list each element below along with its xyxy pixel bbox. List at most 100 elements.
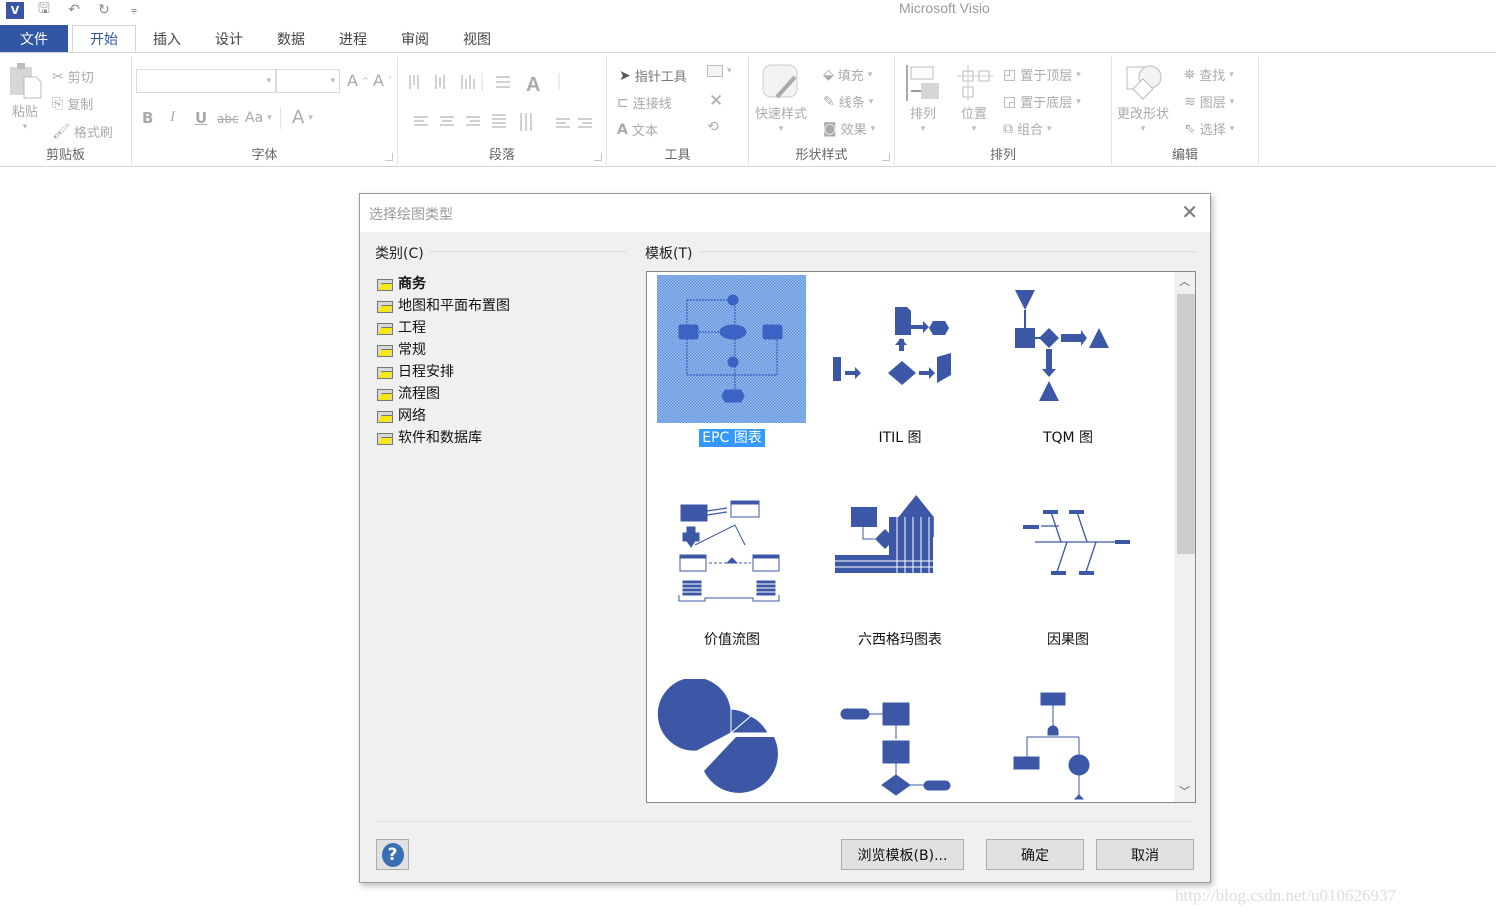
layers-label: 图层 [1199, 96, 1226, 111]
shrink-font-button[interactable]: Aˇ [373, 71, 392, 90]
browse-templates-button[interactable]: 浏览模板(B)... [841, 839, 964, 870]
category-item[interactable]: 商务 [377, 272, 627, 294]
send-to-back-button[interactable]: ◲ 置于底层 ▾ [1003, 92, 1081, 112]
template-item[interactable] [983, 676, 1143, 802]
effects-button[interactable]: ◙ 效果 ▾ [823, 119, 875, 139]
quick-styles-button[interactable]: 快速样式 ▾ [755, 63, 807, 134]
redo-icon[interactable]: ↻ [94, 1, 114, 19]
template-item[interactable]: 六西格玛图表 [815, 474, 975, 664]
help-icon: ? [381, 842, 404, 867]
quick-styles-label: 快速样式 [755, 107, 808, 122]
shape-styles-dialog-launcher[interactable] [882, 153, 890, 161]
tab-design[interactable]: 设计 [198, 25, 260, 52]
change-case-button[interactable]: Aa ▾ [245, 110, 272, 126]
tab-insert[interactable]: 插入 [136, 25, 198, 52]
close-icon[interactable]: ✕ [1181, 202, 1198, 222]
template-item[interactable]: ITIL 图 [815, 272, 975, 462]
change-shape-button[interactable]: 更改形状 ▾ [1117, 63, 1169, 134]
template-item[interactable]: 价值流图 [647, 474, 807, 664]
paste-button[interactable]: 粘贴 ▾ [8, 61, 42, 132]
fill-button[interactable]: ⬙ 填充 ▾ [823, 65, 872, 85]
rotate-text-icon: A [526, 74, 540, 96]
tab-data[interactable]: 数据 [260, 25, 322, 52]
font-name-combo[interactable]: ▾ [136, 69, 276, 93]
underline-button[interactable]: U [195, 109, 207, 127]
rectangle-tool-button[interactable]: ▾ [707, 65, 732, 77]
layers-button[interactable]: ≋ 图层 ▾ [1184, 92, 1235, 112]
select-button[interactable]: ⇖ 选择 ▾ [1184, 119, 1235, 139]
category-item[interactable]: 工程 [377, 316, 627, 338]
find-button[interactable]: ⛯ 查找 ▾ [1184, 65, 1234, 85]
category-item[interactable]: 网络 [377, 404, 627, 426]
font-dialog-launcher[interactable] [385, 153, 393, 161]
dialog-title-bar: 选择绘图类型 ✕ [360, 194, 1210, 232]
rotate-shape-button[interactable]: ⟲ [707, 119, 719, 135]
template-item[interactable] [647, 676, 807, 802]
category-item[interactable]: 常规 [377, 338, 627, 360]
paintbrush-icon: 🖌 [52, 123, 70, 140]
tab-home[interactable]: 开始 [72, 25, 136, 53]
ok-button[interactable]: 确定 [986, 839, 1084, 870]
tab-process[interactable]: 进程 [322, 25, 384, 52]
app-title: Microsoft Visio [899, 0, 990, 16]
template-label: 六西格玛图表 [815, 629, 985, 649]
scroll-down-icon[interactable]: ﹀ [1174, 782, 1195, 802]
increase-indent-icon [578, 118, 592, 128]
position-label: 位置 [960, 107, 987, 122]
category-item[interactable]: 地图和平面布置图 [377, 294, 627, 316]
copy-button[interactable]: ⎘ 复制 [52, 94, 93, 114]
paragraph-dialog-launcher[interactable] [594, 153, 602, 161]
tab-file[interactable]: 文件 [0, 25, 68, 52]
template-item[interactable]: TQM 图 [983, 272, 1143, 462]
cut-button[interactable]: ✂ 剪切 [52, 67, 94, 87]
category-item-label: 网络 [398, 408, 426, 424]
help-button[interactable]: ? [376, 839, 409, 870]
customize-qat-icon[interactable]: ⩦ [124, 1, 144, 19]
change-case-icon: Aa [245, 110, 264, 126]
template-label-text: EPC 图表 [699, 429, 765, 447]
grow-font-button[interactable]: A ^ [347, 71, 369, 90]
font-color-icon: A [292, 107, 305, 128]
category-item[interactable]: 流程图 [377, 382, 627, 404]
bring-to-front-button[interactable]: ◰ 置于顶层 ▾ [1003, 65, 1081, 85]
template-scrollbar[interactable]: ︿ ﹀ [1174, 272, 1195, 802]
line-button[interactable]: ✎ 线条 ▾ [823, 92, 873, 112]
chevron-down-icon: ▾ [330, 76, 335, 86]
ribbon-tabs: 文件 开始 插入 设计 数据 进程 审阅 视图 [0, 25, 1496, 53]
position-button[interactable]: 位置 ▾ [955, 63, 993, 134]
template-item[interactable] [815, 676, 975, 802]
tab-view[interactable]: 视图 [446, 25, 508, 52]
quick-styles-icon [762, 64, 798, 99]
category-item[interactable]: 日程安排 [377, 360, 627, 382]
align-bottom-icon [461, 75, 475, 89]
font-color-button[interactable]: A ▾ [292, 107, 313, 128]
divider [280, 107, 281, 129]
align-shapes-button[interactable]: 排列 ▾ [905, 63, 941, 134]
scrollbar-thumb[interactable] [1177, 294, 1195, 554]
strikethrough-button[interactable]: abc [217, 112, 239, 126]
italic-icon: I [170, 109, 175, 125]
template-item[interactable]: EPC 图表 [647, 272, 807, 462]
pointer-tool-button[interactable]: ➤ 指针工具 [619, 66, 687, 86]
text-tool-button[interactable]: A 文本 [617, 120, 658, 140]
group-button[interactable]: ⧉ 组合 ▾ [1003, 119, 1052, 139]
cursor-icon: ⇖ [1184, 120, 1196, 137]
chevron-down-icon: ▾ [1229, 96, 1235, 107]
bold-button[interactable]: B [142, 109, 153, 127]
text-tool-label: 文本 [631, 124, 658, 139]
template-item[interactable]: 因果图 [983, 474, 1143, 664]
save-icon[interactable]: 🖫 [34, 1, 54, 19]
italic-button[interactable]: I [170, 109, 175, 126]
connector-button[interactable]: ⊏ 连接线 [617, 93, 672, 113]
font-size-combo[interactable]: ▾ [276, 69, 340, 93]
format-painter-button[interactable]: 🖌 格式刷 [52, 122, 113, 142]
effects-label: 效果 [840, 123, 867, 138]
cancel-button[interactable]: 取消 [1096, 839, 1194, 870]
chevron-down-icon: ▾ [1229, 123, 1235, 134]
tab-review[interactable]: 审阅 [384, 25, 446, 52]
category-item[interactable]: 软件和数据库 [377, 426, 627, 448]
chevron-down-icon: ▾ [1140, 124, 1146, 134]
undo-icon[interactable]: ↶ [64, 1, 84, 19]
delete-shape-button[interactable]: ✕ [709, 91, 723, 111]
scroll-up-icon[interactable]: ︿ [1174, 272, 1195, 292]
